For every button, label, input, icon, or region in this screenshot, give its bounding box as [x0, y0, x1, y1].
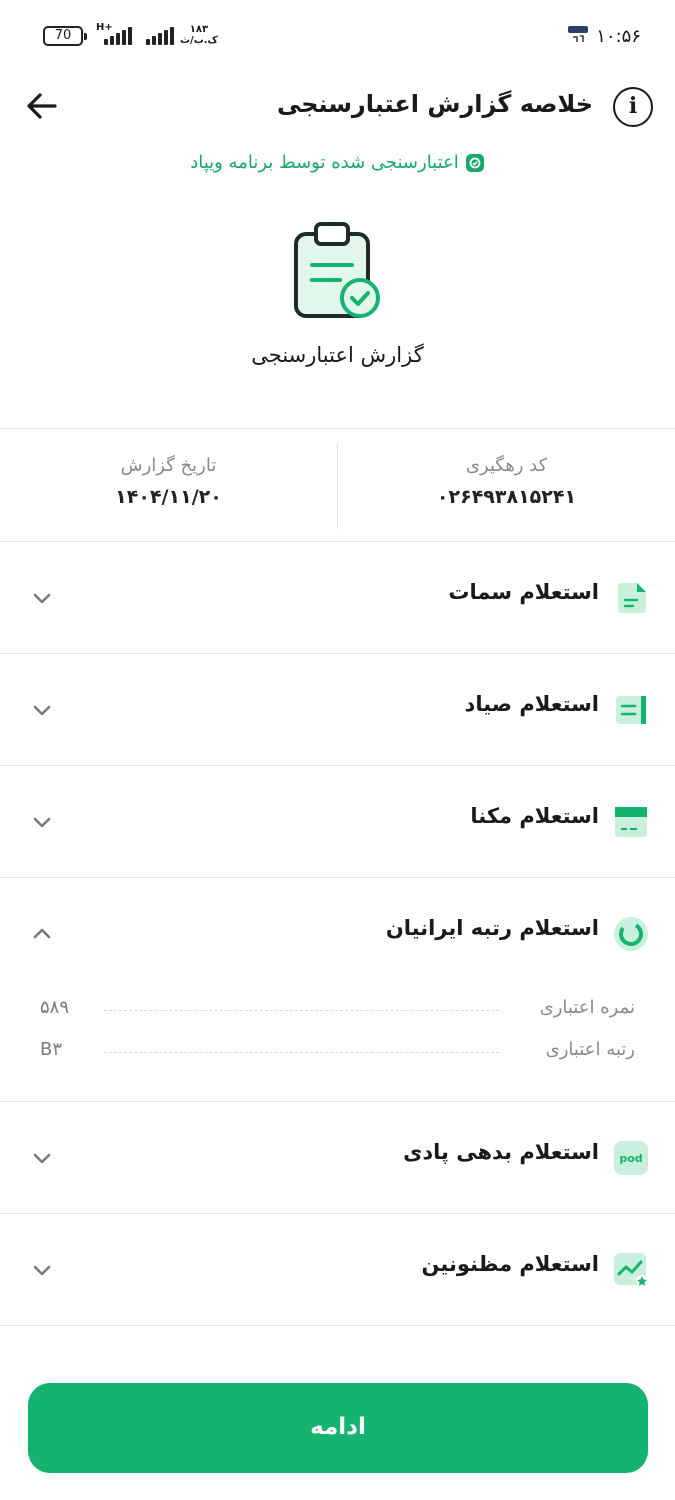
report-info-row: کد رهگیری ۰۲۶۴۹۳۸۱۵۲۴۱ تاریخ گزارش ۱۴۰۴/…	[0, 428, 675, 542]
credit-score-row: نمره اعتباری ۵۸۹	[0, 989, 675, 1031]
credit-rank-value: B۳	[40, 1039, 63, 1060]
notification-app-icon	[568, 26, 588, 42]
section-header[interactable]: استعلام رتبه ایرانیان	[0, 878, 675, 989]
section-title: استعلام بدهی پادی	[403, 1140, 599, 1164]
document-icon	[618, 583, 646, 613]
app-header: خلاصه گزارش اعتبارسنجی i	[0, 70, 675, 145]
section-makna[interactable]: استعلام مکنا	[0, 766, 675, 878]
verified-badge: اعتبارسنجی شده توسط برنامه ویپاد	[0, 152, 675, 173]
report-date-cell: تاریخ گزارش ۱۴۰۴/۱۱/۲۰	[0, 429, 337, 543]
chevron-down-icon[interactable]	[30, 1258, 54, 1282]
section-suspects[interactable]: استعلام مظنونین	[0, 1214, 675, 1326]
status-bar: 70 H+ ۱۸۳ ک.ب/ث ۱۰:۵۶	[0, 0, 675, 70]
svg-text:pod: pod	[619, 1152, 642, 1165]
tracking-code-value: ۰۲۶۴۹۳۸۱۵۲۴۱	[436, 486, 577, 508]
section-samat[interactable]: استعلام سمات	[0, 542, 675, 654]
section-title: استعلام صیاد	[464, 692, 599, 716]
section-header[interactable]: استعلام صیاد	[0, 654, 675, 765]
card-icon	[615, 807, 647, 837]
section-title: استعلام رتبه ایرانیان	[385, 916, 599, 940]
verified-text: اعتبارسنجی شده توسط برنامه ویپاد	[190, 152, 459, 173]
speed-unit: ک.ب/ث	[180, 35, 218, 46]
clock: ۱۰:۵۶	[596, 26, 641, 47]
cheque-icon	[616, 696, 646, 724]
report-date-label: تاریخ گزارش	[120, 455, 217, 476]
continue-button[interactable]: ادامه	[28, 1383, 648, 1473]
signal-icon-2	[146, 27, 174, 45]
credit-score-value: ۵۸۹	[40, 997, 70, 1018]
report-date-value: ۱۴۰۴/۱۱/۲۰	[115, 486, 222, 508]
tracking-code-label: کد رهگیری	[465, 455, 548, 476]
chart-star-icon	[614, 1253, 648, 1287]
network-speed: ۱۸۳ ک.ب/ث	[180, 24, 218, 46]
credit-rank-row: رتبه اعتباری B۳	[0, 1031, 675, 1073]
section-header[interactable]: استعلام سمات	[0, 542, 675, 653]
section-title: استعلام مکنا	[470, 804, 599, 828]
page-title: خلاصه گزارش اعتبارسنجی	[276, 90, 593, 118]
chevron-up-icon[interactable]	[30, 922, 54, 946]
signal-icon	[104, 27, 132, 45]
dashed-divider	[104, 1052, 499, 1053]
speed-value: ۱۸۳	[189, 24, 209, 35]
hero-label: گزارش اعتبارسنجی	[251, 343, 424, 367]
section-sayad[interactable]: استعلام صیاد	[0, 654, 675, 766]
section-header[interactable]: استعلام بدهی پادی pod	[0, 1102, 675, 1213]
section-title: استعلام مظنونین	[421, 1252, 599, 1276]
chevron-down-icon[interactable]	[30, 810, 54, 834]
chevron-down-icon[interactable]	[30, 698, 54, 722]
tracking-code-cell: کد رهگیری ۰۲۶۴۹۳۸۱۵۲۴۱	[338, 429, 675, 543]
section-title: استعلام سمات	[448, 580, 599, 604]
credit-score-label: نمره اعتباری	[539, 997, 635, 1018]
clipboard-check-icon	[294, 222, 380, 318]
credit-rank-label: رتبه اعتباری	[545, 1039, 635, 1060]
info-icon[interactable]: i	[613, 87, 653, 127]
back-arrow-icon[interactable]	[24, 88, 60, 124]
section-header[interactable]: استعلام مظنونین	[0, 1214, 675, 1325]
chevron-down-icon[interactable]	[30, 586, 54, 610]
chevron-down-icon[interactable]	[30, 1146, 54, 1170]
verified-icon	[465, 154, 484, 172]
pod-icon: pod	[614, 1141, 648, 1175]
section-padi-debt[interactable]: استعلام بدهی پادی pod	[0, 1102, 675, 1214]
section-rotbe-iranian[interactable]: استعلام رتبه ایرانیان نمره اعتباری ۵۸۹ ر…	[0, 878, 675, 1102]
score-gauge-icon	[614, 917, 648, 951]
dashed-divider	[104, 1010, 499, 1011]
battery-icon: 70	[43, 26, 87, 46]
vertical-divider	[337, 443, 338, 529]
section-header[interactable]: استعلام مکنا	[0, 766, 675, 877]
